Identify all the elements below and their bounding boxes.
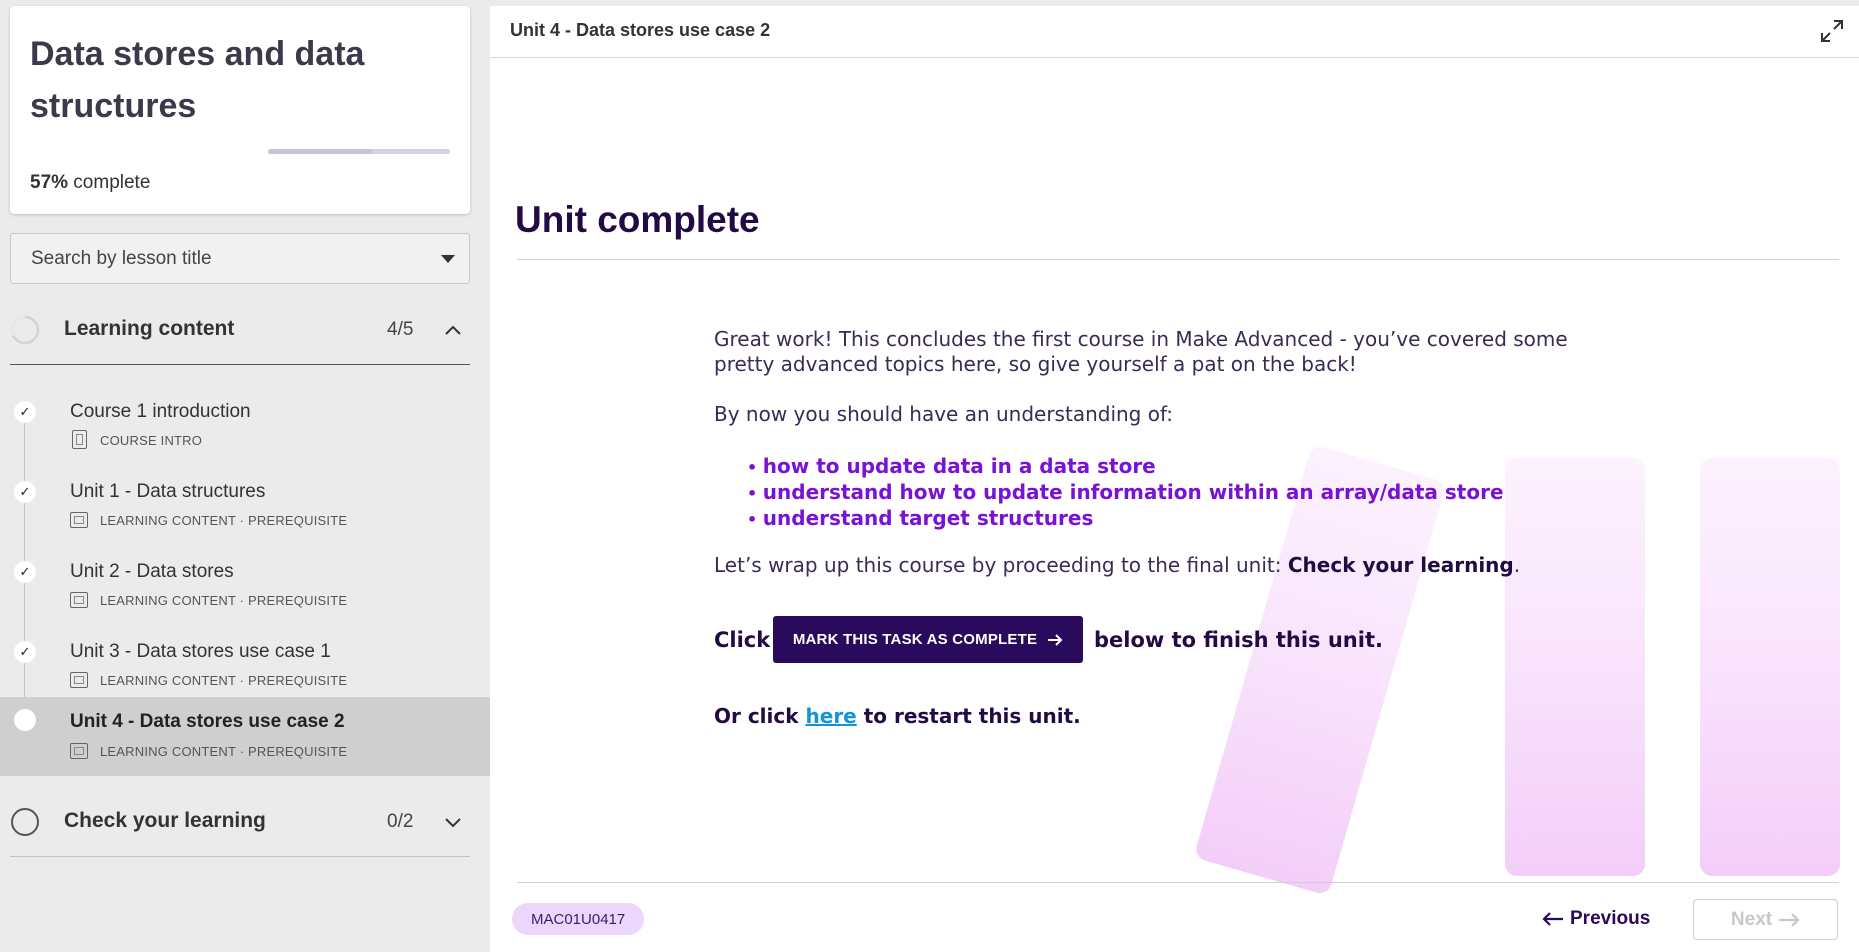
previous-label: Previous (1570, 908, 1651, 929)
arrow-left-icon (1542, 912, 1563, 926)
restart-paragraph: Or click here to restart this unit. (714, 704, 1081, 729)
check-icon: ✓ (14, 481, 36, 503)
course-progress-fill (268, 149, 372, 154)
page-heading: Unit complete (515, 199, 760, 240)
section-check-your-learning[interactable]: Check your learning 0/2 (10, 792, 470, 852)
lesson-title: Course 1 introduction (70, 401, 251, 422)
lesson-title: Unit 1 - Data structures (70, 481, 266, 502)
arrow-right-icon (1048, 633, 1063, 646)
expand-icon[interactable] (1819, 18, 1845, 44)
section-title: Learning content (64, 317, 235, 340)
list-item: how to update data in a data store (747, 454, 1504, 480)
unit-code-badge: MAC01U0417 (512, 903, 645, 935)
slides-icon (70, 672, 88, 688)
wrap-end: . (1513, 553, 1521, 577)
lesson-search-select[interactable]: Search by lesson title (10, 233, 470, 284)
check-icon: ✓ (14, 401, 36, 423)
chevron-down-icon[interactable] (444, 816, 462, 828)
section-learning-content[interactable]: Learning content 4/5 (10, 300, 470, 360)
restart-after: to restart this unit. (856, 704, 1081, 728)
click-label: Click (714, 628, 771, 652)
intro-paragraph: Great work! This concludes the first cou… (714, 327, 1568, 376)
section-title: Check your learning (64, 809, 266, 832)
lesson-meta: LEARNING CONTENT · PREREQUISITE (100, 593, 348, 608)
progress-ring-icon (10, 315, 40, 345)
unit-title: Unit 4 - Data stores use case 2 (510, 20, 771, 40)
lesson-meta: LEARNING CONTENT · PREREQUISITE (100, 513, 348, 528)
progress-percent: 57% (30, 172, 69, 193)
understanding-intro: By now you should have an understanding … (714, 402, 1174, 426)
restart-before: Or click (714, 704, 806, 728)
click-after-text: below to finish this unit. (1094, 628, 1383, 652)
section-count: 4/5 (387, 319, 414, 340)
lesson-item-course-intro[interactable]: ✓ Course 1 introduction COURSE INTRO (0, 389, 490, 469)
restart-link[interactable]: here (806, 704, 857, 728)
lesson-item-unit-1[interactable]: ✓ Unit 1 - Data structures LEARNING CONT… (0, 469, 490, 549)
section-divider (10, 364, 470, 365)
slides-icon (70, 592, 88, 608)
course-title: Data stores and data structures (30, 35, 365, 125)
course-summary-card: Data stores and data structures 57% comp… (10, 6, 470, 214)
learning-outcomes-list: how to update data in a data store under… (747, 454, 1504, 532)
section-count: 0/2 (387, 811, 414, 832)
progress-suffix: complete (68, 172, 151, 193)
lesson-viewer: Unit 4 - Data stores use case 2 Unit com… (490, 6, 1859, 952)
caret-down-icon (441, 255, 455, 263)
previous-button[interactable]: Previous (1542, 900, 1650, 938)
next-label: Next (1730, 908, 1773, 930)
mark-complete-row: Click MARK THIS TASK AS COMPLETE below t… (714, 616, 1634, 664)
wrap-text: Let’s wrap up this course by proceeding … (714, 553, 1288, 577)
arrow-right-icon (1779, 912, 1800, 927)
lesson-topbar: Unit 4 - Data stores use case 2 (490, 6, 1859, 58)
slides-icon (70, 512, 88, 528)
check-icon: ✓ (14, 561, 36, 583)
slides-icon (70, 743, 88, 759)
next-button[interactable]: Next (1693, 899, 1838, 940)
heading-divider (517, 259, 1839, 260)
lesson-title: Unit 4 - Data stores use case 2 (70, 711, 345, 732)
lesson-meta: LEARNING CONTENT · PREREQUISITE (100, 673, 348, 688)
lesson-item-unit-4[interactable]: Unit 4 - Data stores use case 2 LEARNING… (0, 697, 490, 776)
document-icon (72, 430, 87, 449)
mark-complete-label: MARK THIS TASK AS COMPLETE (792, 631, 1038, 648)
lesson-item-unit-2[interactable]: ✓ Unit 2 - Data stores LEARNING CONTENT … (0, 549, 490, 629)
progress-text: 57% complete (30, 172, 150, 194)
mark-complete-button[interactable]: MARK THIS TASK AS COMPLETE (773, 616, 1083, 663)
progress-ring-icon (11, 808, 39, 836)
wrap-up-paragraph: Let’s wrap up this course by proceeding … (714, 553, 1520, 578)
lesson-meta: LEARNING CONTENT · PREREQUISITE (100, 744, 348, 759)
section-divider (10, 856, 470, 857)
current-lesson-dot-icon (14, 709, 36, 731)
lesson-meta: COURSE INTRO (100, 433, 203, 448)
check-icon: ✓ (14, 641, 36, 663)
course-progress-bar (268, 149, 450, 154)
list-item: understand target structures (747, 506, 1504, 532)
lesson-title: Unit 3 - Data stores use case 1 (70, 641, 331, 662)
wrap-bold: Check your learning (1287, 553, 1514, 577)
course-sidebar: Data stores and data structures 57% comp… (0, 0, 490, 952)
lesson-title: Unit 2 - Data stores (70, 561, 234, 582)
footer-divider (517, 882, 1839, 883)
list-item: understand how to update information wit… (747, 480, 1504, 506)
search-placeholder: Search by lesson title (31, 248, 212, 269)
chevron-up-icon[interactable] (444, 324, 462, 336)
